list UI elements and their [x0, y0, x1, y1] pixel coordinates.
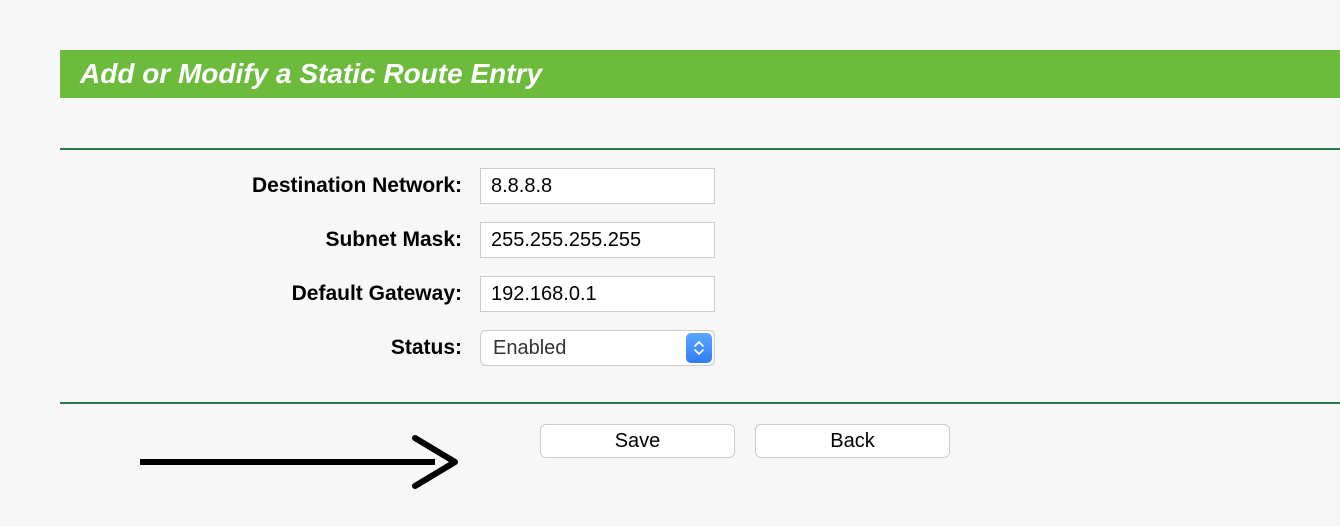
status-selected-value: Enabled — [481, 337, 686, 360]
static-route-form: Destination Network: Subnet Mask: Defaul… — [60, 150, 1340, 402]
save-button[interactable]: Save — [540, 424, 735, 458]
destination-network-label: Destination Network: — [60, 174, 480, 198]
subnet-mask-label: Subnet Mask: — [60, 228, 480, 252]
page-title: Add or Modify a Static Route Entry — [80, 58, 542, 89]
default-gateway-label: Default Gateway: — [60, 282, 480, 306]
chevron-up-down-icon — [686, 333, 712, 363]
subnet-mask-input[interactable] — [480, 222, 715, 258]
back-button[interactable]: Back — [755, 424, 950, 458]
status-label: Status: — [60, 336, 480, 360]
destination-network-input[interactable] — [480, 168, 715, 204]
default-gateway-input[interactable] — [480, 276, 715, 312]
status-select[interactable]: Enabled — [480, 330, 715, 366]
page-header: Add or Modify a Static Route Entry — [60, 50, 1340, 98]
